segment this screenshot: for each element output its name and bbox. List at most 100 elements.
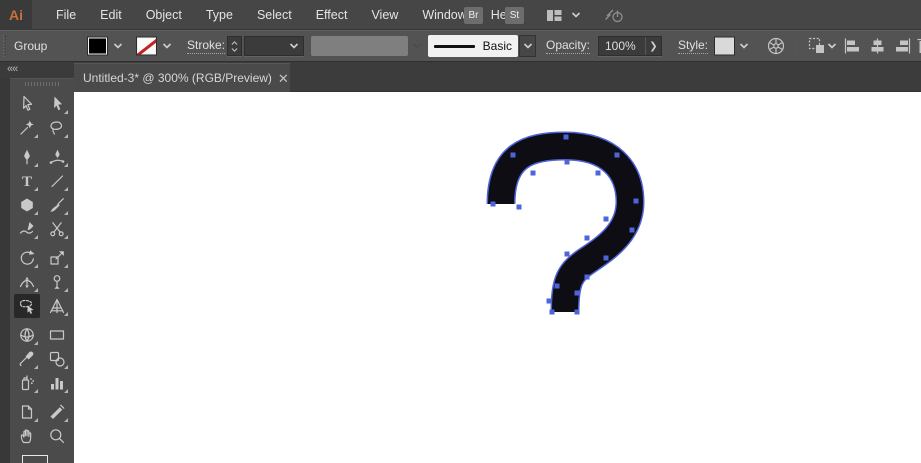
- anchor-point[interactable]: [511, 153, 516, 158]
- stroke-weight-stepper[interactable]: [227, 36, 242, 56]
- anchor-point[interactable]: [585, 275, 590, 280]
- workspace-chevron-icon[interactable]: [571, 11, 581, 19]
- align-top-icon[interactable]: [916, 37, 921, 55]
- isolate-chevron-icon[interactable]: [827, 42, 837, 50]
- anchor-point[interactable]: [547, 299, 552, 304]
- anchor-point[interactable]: [565, 160, 570, 165]
- workspace-switcher-icon[interactable]: [546, 7, 563, 23]
- tab-close-icon[interactable]: ✕: [278, 72, 289, 85]
- touch-workspace-icon[interactable]: [603, 6, 625, 24]
- recolor-artwork-icon[interactable]: [766, 36, 786, 56]
- anchor-point[interactable]: [550, 310, 555, 315]
- anchor-point[interactable]: [634, 199, 639, 204]
- shape-builder-tool[interactable]: [14, 294, 40, 318]
- toolbar-panel: T: [10, 78, 74, 463]
- brush-chevron-button[interactable]: [519, 35, 536, 57]
- stroke-weight-dropdown[interactable]: [244, 36, 304, 56]
- anchor-point[interactable]: [604, 217, 609, 222]
- width-tool[interactable]: [14, 270, 40, 294]
- menu-edit[interactable]: Edit: [88, 0, 134, 30]
- fill-color-swatch[interactable]: [87, 37, 108, 56]
- opacity-field[interactable]: 100% ❯: [598, 36, 662, 56]
- opacity-arrow-button[interactable]: ❯: [645, 37, 661, 55]
- controlbar-divider: [757, 35, 758, 57]
- brush-definition-dropdown[interactable]: Basic: [428, 35, 518, 57]
- zoom-tool[interactable]: [44, 424, 70, 448]
- style-chevron-icon[interactable]: [739, 42, 749, 50]
- style-link[interactable]: Style:: [678, 38, 708, 54]
- collapse-panel-button[interactable]: ««: [7, 63, 17, 75]
- anchor-point[interactable]: [555, 284, 560, 289]
- stock-button[interactable]: St: [505, 7, 524, 24]
- anchor-point[interactable]: [596, 171, 601, 176]
- scale-tool[interactable]: [44, 246, 70, 270]
- rotate-tool[interactable]: [14, 246, 40, 270]
- eyedropper-icon: [18, 350, 36, 368]
- shape-builder-icon: [18, 297, 36, 315]
- isolate-selected-object-icon[interactable]: [808, 37, 826, 55]
- scissors-tool[interactable]: [44, 217, 70, 241]
- bridge-button[interactable]: Br: [464, 7, 483, 24]
- anchor-point[interactable]: [575, 291, 580, 296]
- perspective-grid-tool[interactable]: [44, 294, 70, 318]
- eyedropper-tool[interactable]: [14, 347, 40, 371]
- polygon-tool[interactable]: [14, 193, 40, 217]
- anchor-point[interactable]: [604, 256, 609, 261]
- anchor-point[interactable]: [565, 252, 570, 257]
- symbol-sprayer-tool[interactable]: [14, 371, 40, 395]
- menu-view[interactable]: View: [359, 0, 410, 30]
- fill-chevron-icon[interactable]: [113, 42, 123, 50]
- anchor-point[interactable]: [491, 202, 496, 207]
- lasso-tool[interactable]: [44, 116, 70, 140]
- rotate-icon: [18, 249, 36, 267]
- fill-swatch-partial[interactable]: [22, 455, 48, 463]
- stroke-color-swatch[interactable]: [136, 37, 157, 56]
- pen-tool[interactable]: [14, 145, 40, 169]
- line-segment-tool[interactable]: [44, 169, 70, 193]
- opacity-value[interactable]: 100%: [599, 39, 645, 53]
- direct-selection-tool[interactable]: [44, 92, 70, 116]
- artboard-tool[interactable]: [14, 400, 40, 424]
- menu-file[interactable]: File: [44, 0, 88, 30]
- blend-tool[interactable]: [44, 347, 70, 371]
- type-tool[interactable]: T: [14, 169, 40, 193]
- anchor-point[interactable]: [531, 171, 536, 176]
- menu-type[interactable]: Type: [194, 0, 245, 30]
- curvature-tool[interactable]: [44, 145, 70, 169]
- paintbrush-tool[interactable]: [44, 193, 70, 217]
- stroke-panel-link[interactable]: Stroke:: [187, 38, 225, 54]
- selection-tool-icon: [18, 95, 36, 113]
- controlbar-grip[interactable]: [3, 35, 7, 57]
- opacity-link[interactable]: Opacity:: [546, 38, 590, 54]
- hand-tool[interactable]: [14, 424, 40, 448]
- stroke-chevron-icon[interactable]: [162, 42, 172, 50]
- menu-effect[interactable]: Effect: [304, 0, 360, 30]
- anchor-point[interactable]: [585, 236, 590, 241]
- puppet-warp-tool[interactable]: [44, 270, 70, 294]
- toolbar-grip[interactable]: [25, 82, 59, 86]
- align-center-icon[interactable]: [868, 37, 887, 55]
- paintbrush-icon: [48, 196, 66, 214]
- anchor-point[interactable]: [630, 228, 635, 233]
- curvature-icon: [48, 148, 66, 166]
- symbol-sprayer-icon: [18, 374, 36, 392]
- document-tab[interactable]: Untitled-3* @ 300% (RGB/Preview) ✕: [74, 63, 290, 92]
- artwork-svg[interactable]: [74, 92, 921, 433]
- selection-tool[interactable]: [14, 92, 40, 116]
- anchor-point[interactable]: [615, 153, 620, 158]
- anchor-point[interactable]: [517, 205, 522, 210]
- align-left-icon[interactable]: [843, 37, 862, 55]
- slice-tool[interactable]: [44, 400, 70, 424]
- gradient-tool[interactable]: [44, 323, 70, 347]
- artboard-canvas[interactable]: [74, 92, 921, 463]
- menu-object[interactable]: Object: [134, 0, 194, 30]
- shaper-tool[interactable]: [14, 217, 40, 241]
- style-swatch[interactable]: [714, 37, 735, 56]
- mesh-tool[interactable]: [14, 323, 40, 347]
- align-right-icon[interactable]: [893, 37, 912, 55]
- anchor-point[interactable]: [575, 310, 580, 315]
- magic-wand-tool[interactable]: [14, 116, 40, 140]
- anchor-point[interactable]: [564, 135, 569, 140]
- column-graph-tool[interactable]: [44, 371, 70, 395]
- menu-select[interactable]: Select: [245, 0, 304, 30]
